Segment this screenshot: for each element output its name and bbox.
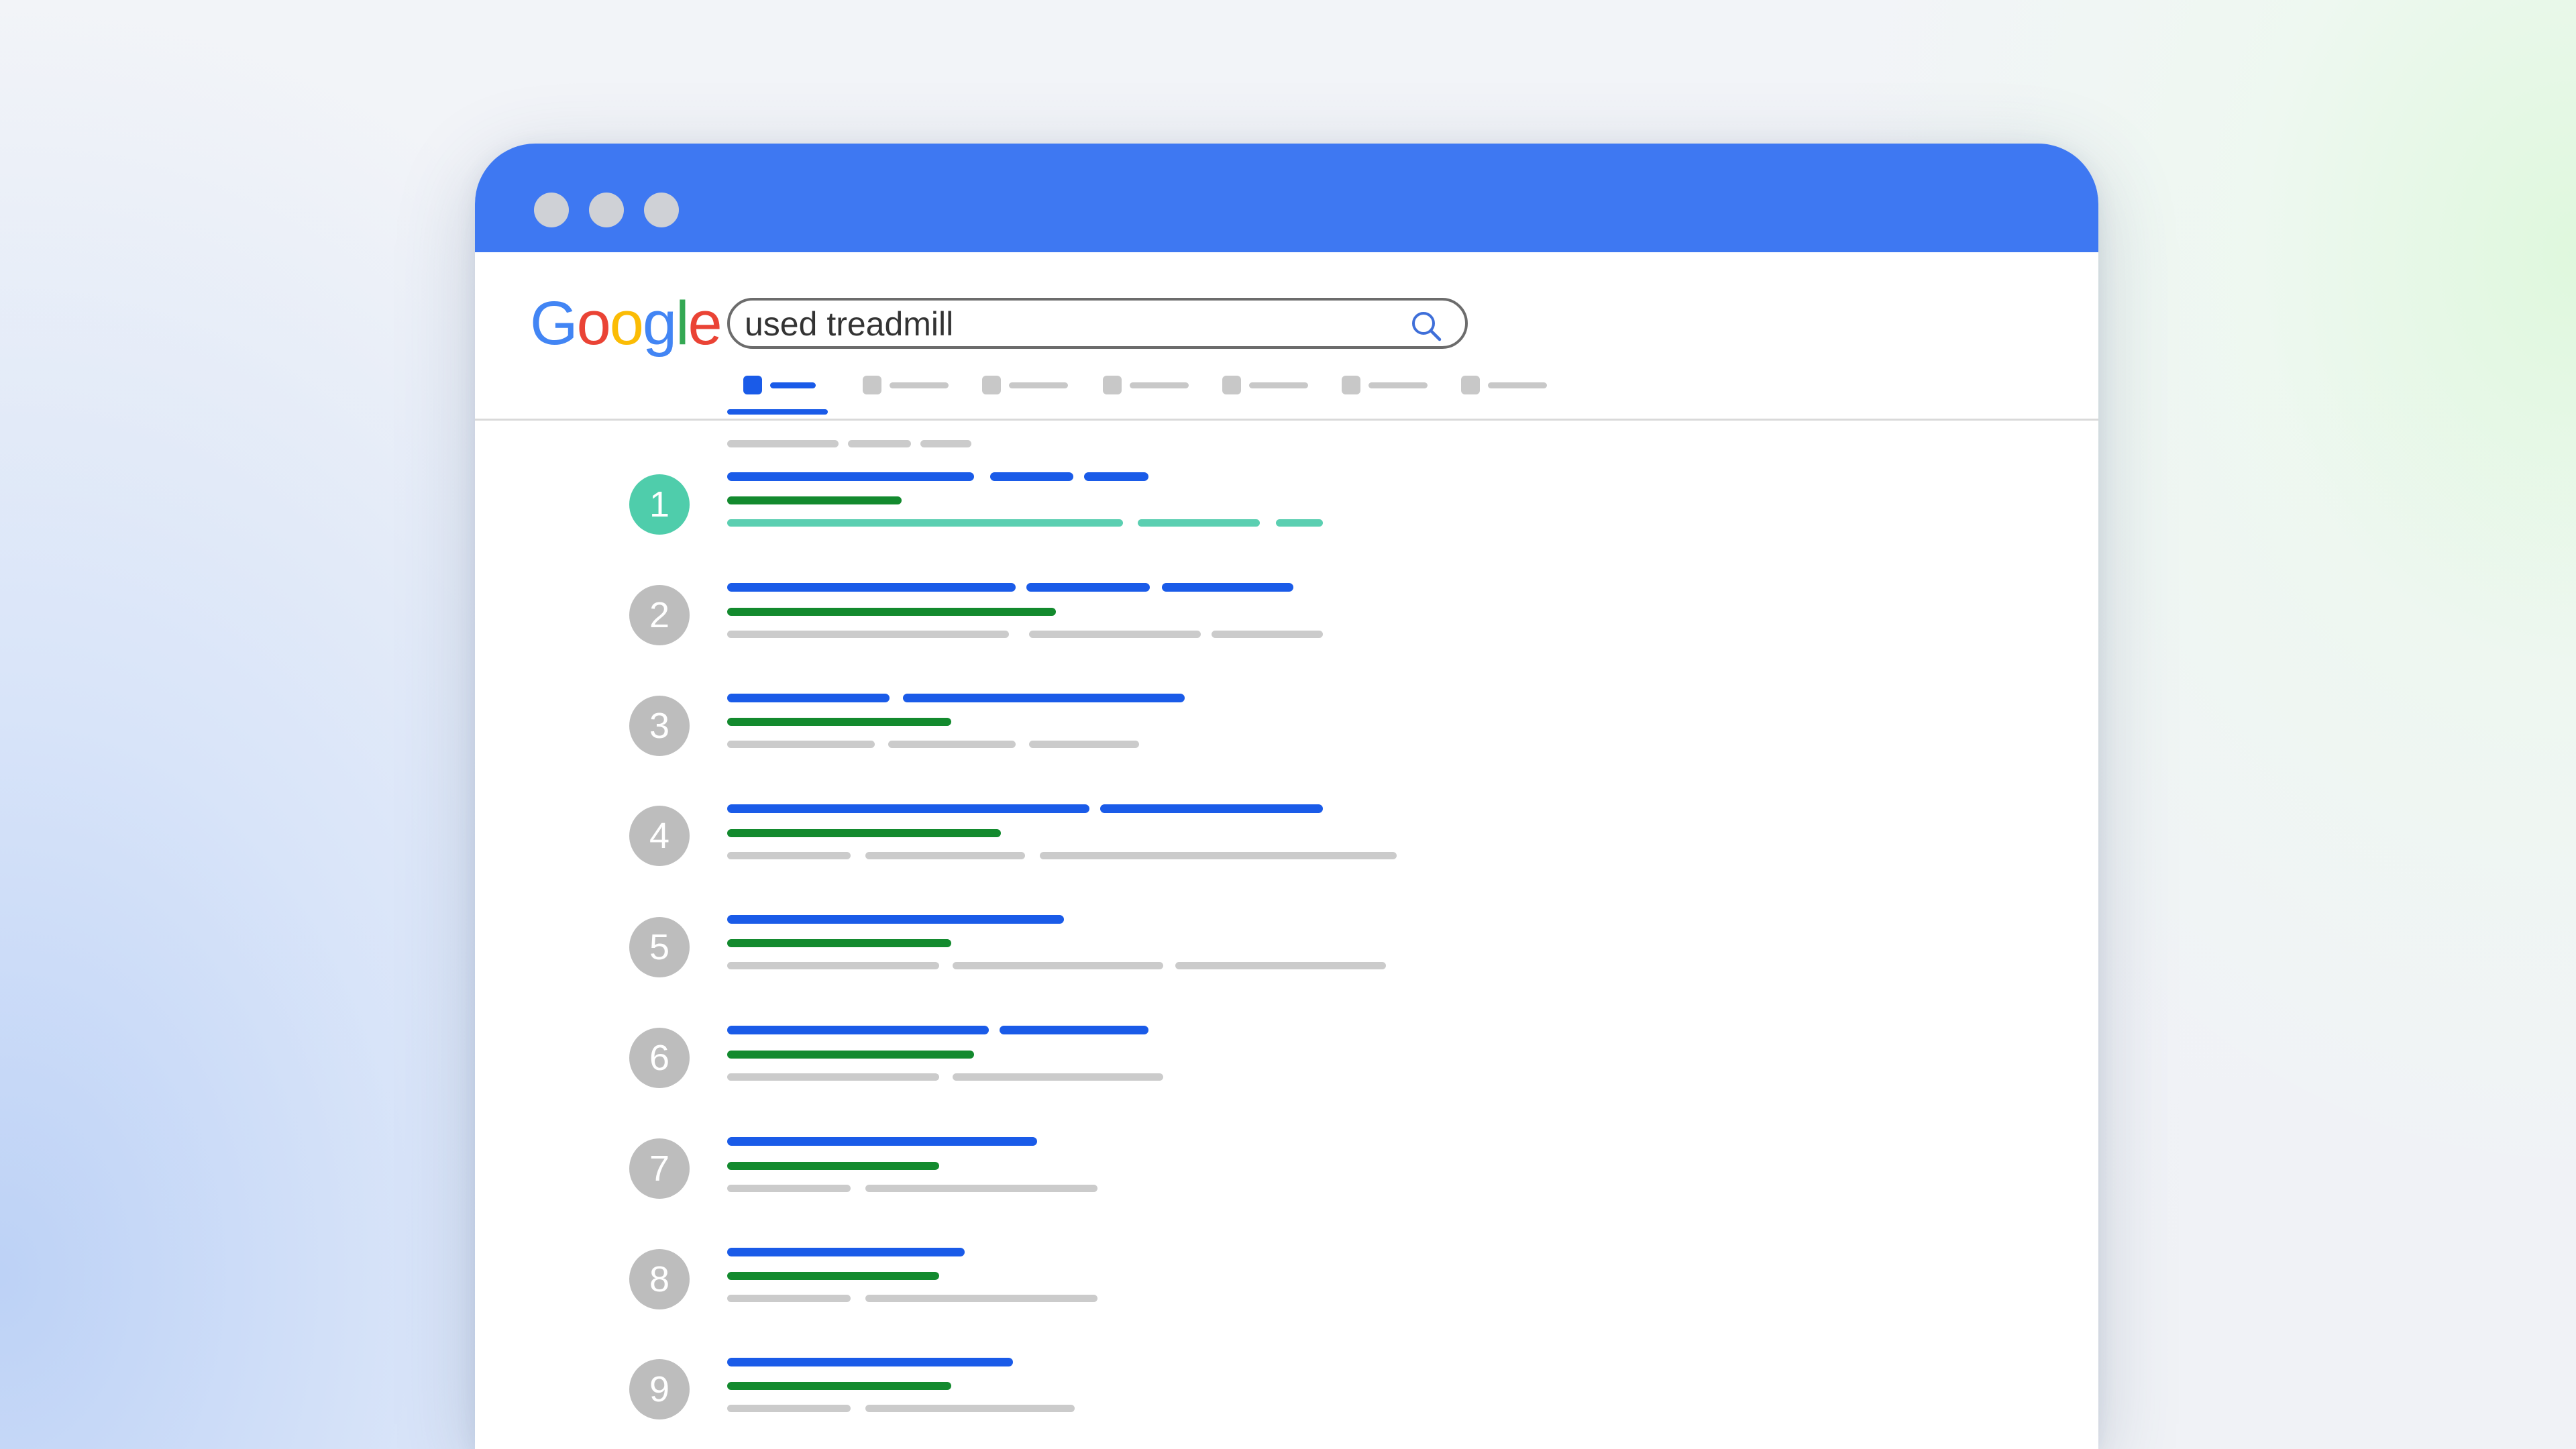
browser-titlebar [475, 144, 2098, 252]
result-url-bar [727, 496, 902, 504]
result-stats-bar [727, 440, 839, 447]
tab-6[interactable] [1342, 376, 1429, 416]
logo-letter-e: e [688, 289, 722, 358]
rank-badge-3: 3 [629, 696, 690, 756]
result-url-bar [727, 1162, 939, 1170]
tab-3-label [1009, 382, 1068, 388]
rank-badge-6: 6 [629, 1028, 690, 1088]
result-snippet-bar [727, 852, 851, 859]
logo-letter-g2: g [642, 289, 677, 358]
result-snippet-bar [1175, 962, 1386, 969]
result-snippet-bar [1276, 519, 1323, 527]
result-snippet-bar [727, 1073, 939, 1081]
result-title-bar[interactable] [727, 694, 890, 702]
result-snippet-bar [727, 1185, 851, 1192]
logo-letter-l: l [676, 289, 690, 358]
tab-2-label [890, 382, 949, 388]
result-snippet-bar [1029, 631, 1201, 638]
google-logo[interactable]: Google [530, 292, 722, 354]
result-snippet-bar [865, 1295, 1097, 1302]
rank-badge-1: 1 [629, 474, 690, 535]
rank-badge-7: 7 [629, 1138, 690, 1199]
tab-all-icon [743, 376, 762, 394]
result-title-bar[interactable] [727, 472, 974, 481]
result-snippet-bar [727, 741, 875, 748]
logo-letter-o2: o [609, 289, 644, 358]
result-snippet-bar [727, 962, 939, 969]
result-snippet-bar [727, 631, 1009, 638]
active-tab-indicator [727, 409, 828, 415]
logo-letter-o1: o [576, 289, 611, 358]
rank-badge-9: 9 [629, 1359, 690, 1419]
result-url-bar [727, 1382, 951, 1390]
result-url-bar [727, 718, 951, 726]
search-icon[interactable] [1409, 309, 1444, 343]
result-title-bar[interactable] [990, 472, 1073, 481]
tab-4-label [1130, 382, 1189, 388]
tab-5-icon [1222, 376, 1241, 394]
result-title-bar[interactable] [727, 1137, 1037, 1146]
result-url-bar [727, 1272, 939, 1280]
result-title-bar[interactable] [727, 583, 1016, 592]
result-snippet-bar [1138, 519, 1260, 527]
tab-6-icon [1342, 376, 1360, 394]
logo-letter-g: G [530, 289, 578, 358]
result-snippet-bar [953, 962, 1163, 969]
rank-badge-8: 8 [629, 1249, 690, 1309]
result-url-bar [727, 1051, 974, 1059]
search-input[interactable] [745, 303, 1389, 345]
result-snippet-bar [1040, 852, 1397, 859]
rank-badge-5: 5 [629, 917, 690, 977]
tab-7[interactable] [1461, 376, 1548, 416]
result-title-bar[interactable] [727, 804, 1089, 813]
window-maximize-dot[interactable] [644, 193, 679, 227]
result-title-bar[interactable] [1162, 583, 1293, 592]
header-divider [475, 419, 2098, 421]
tab-2[interactable] [863, 376, 950, 416]
rank-badge-4: 4 [629, 806, 690, 866]
tab-6-label [1368, 382, 1428, 388]
result-url-bar [727, 939, 951, 947]
result-snippet-bar [888, 741, 1016, 748]
result-title-bar[interactable] [1100, 804, 1323, 813]
result-snippet-bar [727, 1295, 851, 1302]
result-stats-bar [848, 440, 911, 447]
result-snippet-bar [865, 1185, 1097, 1192]
result-snippet-bar [727, 1405, 851, 1412]
result-title-bar[interactable] [727, 1358, 1013, 1366]
tab-7-icon [1461, 376, 1480, 394]
result-title-bar[interactable] [727, 1248, 965, 1256]
tab-7-label [1488, 382, 1547, 388]
result-snippet-bar [727, 519, 1123, 527]
tab-5[interactable] [1222, 376, 1309, 416]
tab-4-icon [1103, 376, 1122, 394]
result-snippet-bar [1029, 741, 1139, 748]
result-url-bar [727, 829, 1001, 837]
window-close-dot[interactable] [534, 193, 569, 227]
window-minimize-dot[interactable] [589, 193, 624, 227]
tab-5-label [1249, 382, 1308, 388]
tab-4[interactable] [1103, 376, 1190, 416]
tab-all-label [770, 382, 816, 388]
result-url-bar [727, 608, 1056, 616]
result-title-bar[interactable] [903, 694, 1185, 702]
result-title-bar[interactable] [727, 915, 1064, 924]
browser-window: Google used treadmill 1 2 3 4 5 6 7 8 9 [475, 144, 2098, 1449]
result-snippet-bar [1212, 631, 1323, 638]
result-stats-bar [920, 440, 971, 447]
result-title-bar[interactable] [727, 1026, 989, 1034]
tab-2-icon [863, 376, 881, 394]
rank-badge-2: 2 [629, 585, 690, 645]
search-tabs [727, 376, 1599, 423]
result-title-bar[interactable] [1026, 583, 1150, 592]
result-snippet-bar [953, 1073, 1163, 1081]
result-snippet-bar [865, 852, 1025, 859]
tab-3[interactable] [982, 376, 1069, 416]
result-title-bar[interactable] [1084, 472, 1148, 481]
tab-3-icon [982, 376, 1001, 394]
result-title-bar[interactable] [1000, 1026, 1148, 1034]
result-snippet-bar [865, 1405, 1075, 1412]
search-box[interactable] [727, 298, 1468, 349]
